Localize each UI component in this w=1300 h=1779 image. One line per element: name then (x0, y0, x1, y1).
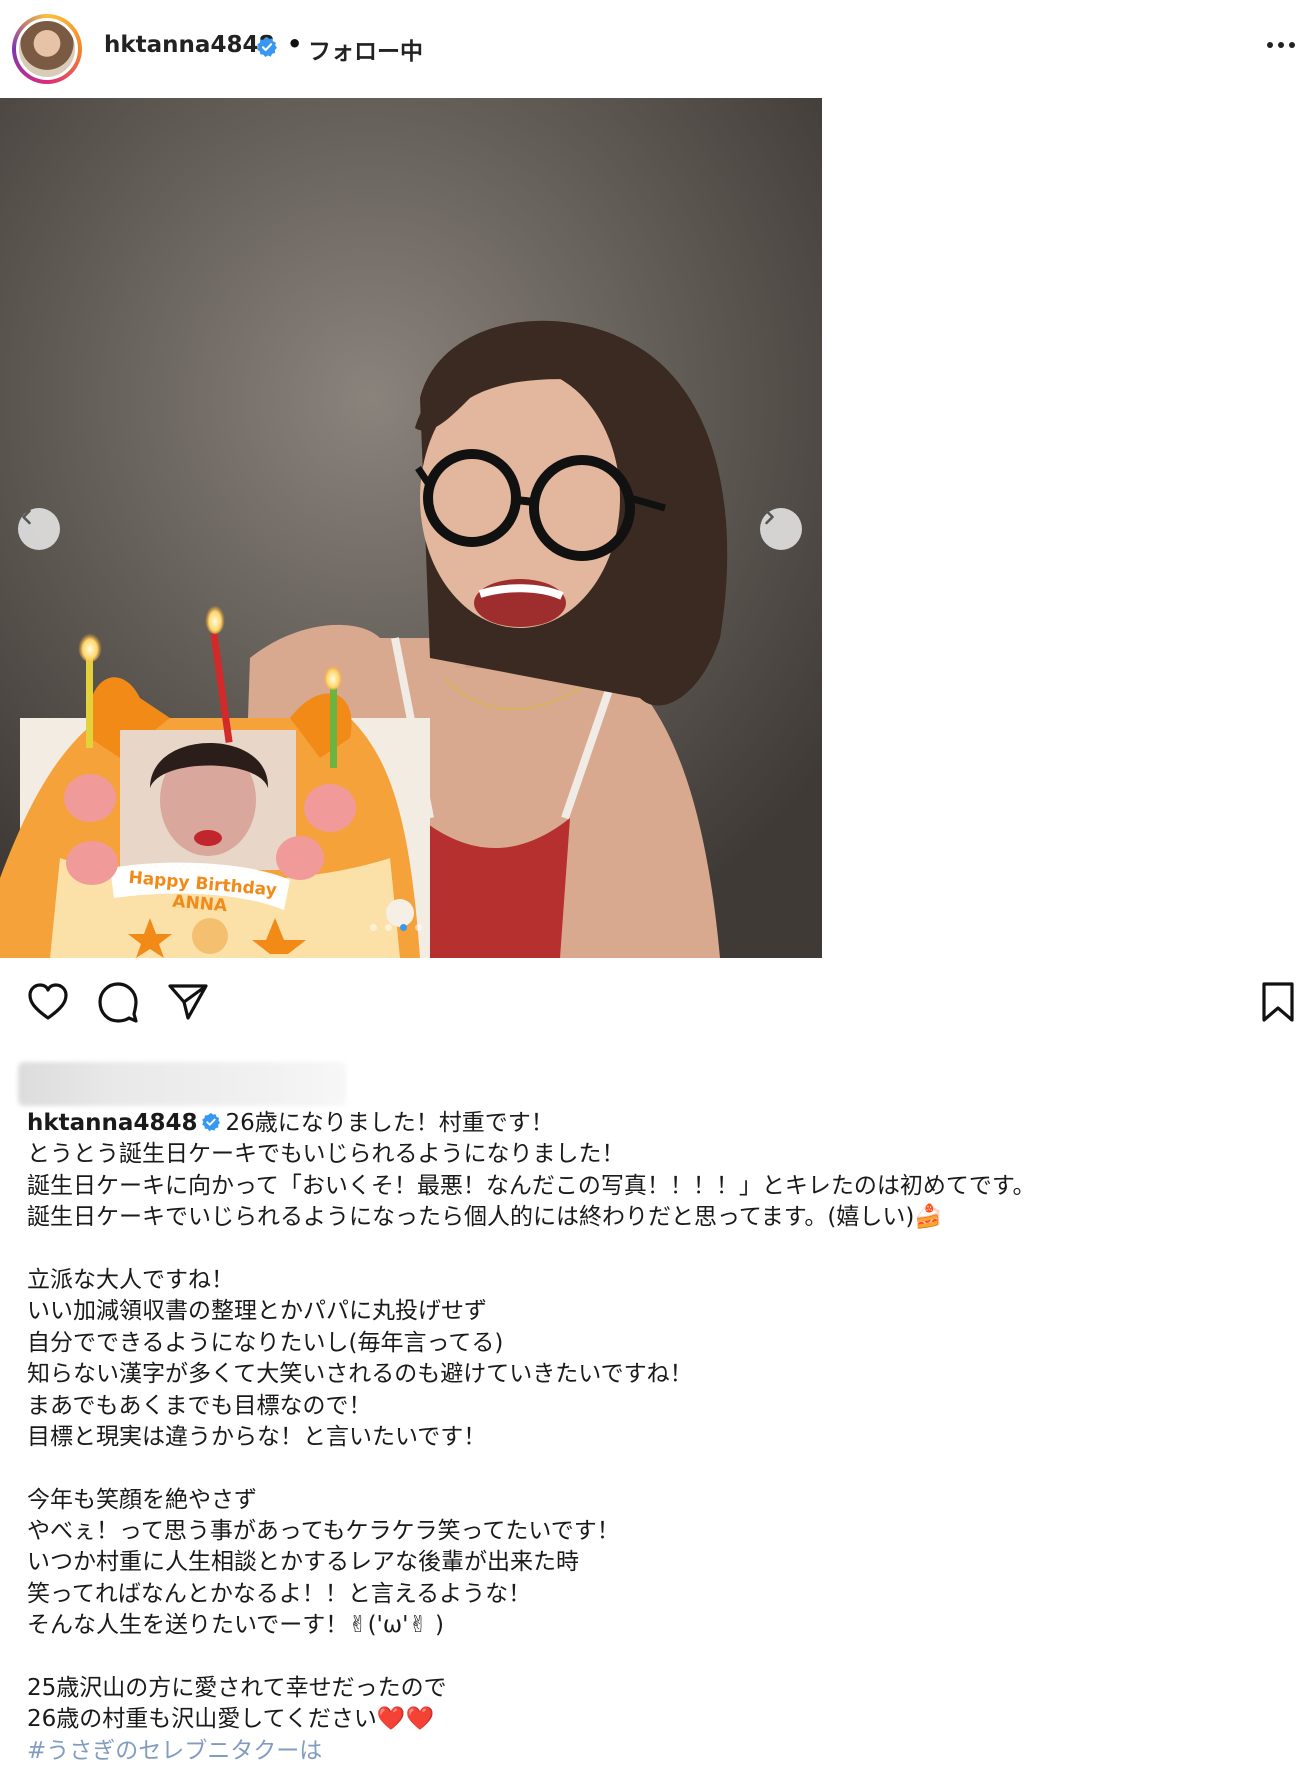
caption-line: 26歳の村重も沢山愛してください❤️❤️ (27, 1706, 435, 1733)
carousel-dot-active (400, 924, 407, 931)
caption-line: 笑ってればなんとかなるよ！！と言えるような！ (27, 1580, 532, 1607)
caption-text: 26歳になりました！村重です！ (225, 1110, 554, 1136)
caption-username[interactable]: hktanna4848 (27, 1110, 197, 1136)
carousel-dot (370, 924, 377, 931)
chevron-left-icon (22, 509, 31, 525)
separator-dot: • (287, 30, 303, 58)
following-button[interactable]: フォロー中 (308, 32, 423, 66)
more-options-icon[interactable] (1266, 38, 1296, 52)
action-bar (0, 980, 1300, 1040)
post-header: hktanna4848 • フォロー中 (0, 0, 1300, 98)
likes-summary-blurred (18, 1062, 346, 1106)
carousel-next-button[interactable] (760, 508, 802, 550)
caption-line: 自分でできるようになりたいし(毎年言ってる) (27, 1329, 504, 1356)
caption-line: 25歳沢山の方に愛されて幸せだったので (27, 1675, 447, 1702)
bookmark-icon[interactable] (1256, 980, 1300, 1024)
heart-icon[interactable] (26, 980, 70, 1024)
header-username[interactable]: hktanna4848 (104, 32, 274, 58)
comment-icon[interactable] (96, 980, 140, 1024)
share-icon[interactable] (166, 980, 210, 1024)
carousel-dots (370, 924, 422, 931)
caption-line: 目標と現実は違うからな！と言いたいです！ (27, 1423, 487, 1450)
caption-line: 今年も笑顔を絶やさず (27, 1486, 257, 1513)
photo-illustration: Happy Birthday ANNA (0, 98, 822, 958)
caption-line: いつか村重に人生相談とかするレアな後輩が出来た時 (27, 1549, 579, 1576)
avatar-image (16, 18, 78, 80)
caption-line: 立派な大人ですね！ (27, 1266, 234, 1293)
verified-badge-icon (257, 36, 277, 57)
caption-line: 誕生日ケーキでいじられるようになったら個人的には終わりだと思ってます。(嬉しい)… (27, 1204, 943, 1231)
caption-line: 誕生日ケーキに向かって「おいくそ！最悪！なんだこの写真！！！！」とキレたのは初め… (27, 1172, 1036, 1199)
carousel-dot (415, 924, 422, 931)
post-photo[interactable]: Happy Birthday ANNA (0, 98, 822, 958)
hashtag-link[interactable]: #うさぎのセレブニタクーは (27, 1736, 1277, 1767)
carousel-dot (385, 924, 392, 931)
caption-line: 知らない漢字が多くて大笑いされるのも避けていきたいですね！ (27, 1361, 693, 1388)
caption-line: いい加減領収書の整理とかパパに丸投げせず (27, 1298, 487, 1325)
caption-body: とうとう誕生日ケーキでもいじられるようになりました！ 誕生日ケーキに向かって「おい… (27, 1139, 1277, 1735)
caption-line: そんな人生を送りたいでーす！✌('ω'✌ ) (27, 1612, 445, 1639)
carousel-prev-button[interactable] (18, 508, 60, 550)
profile-avatar[interactable] (12, 14, 82, 84)
caption-line: まあでもあくまでも目標なので！ (27, 1392, 372, 1419)
caption-line: やべぇ！って思う事があってもケラケラ笑ってたいです！ (27, 1518, 620, 1545)
verified-badge-icon (202, 1112, 221, 1132)
caption-line: とうとう誕生日ケーキでもいじられるようになりました！ (27, 1141, 625, 1168)
caption-first-line: hktanna4848 26歳になりました！村重です！ (27, 1108, 1277, 1139)
post-caption: hktanna4848 26歳になりました！村重です！ とうとう誕生日ケーキでも… (27, 1108, 1277, 1767)
chevron-right-icon (765, 509, 774, 525)
